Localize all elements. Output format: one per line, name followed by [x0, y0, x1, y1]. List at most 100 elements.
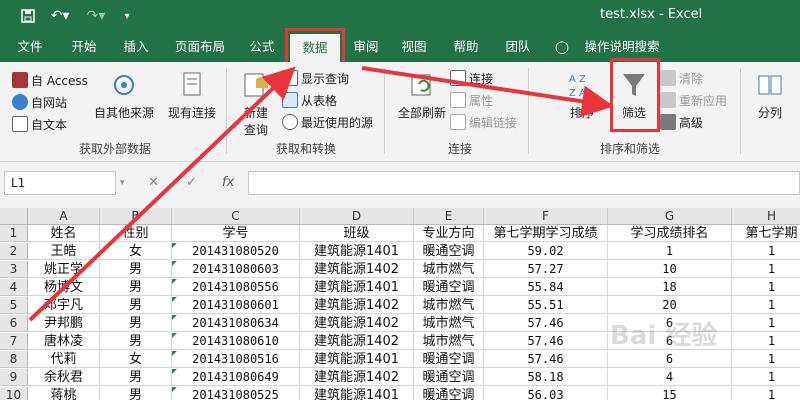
tab-page-layout[interactable]: 页面布局 [168, 32, 232, 62]
tab-home[interactable]: 开始 [62, 32, 106, 62]
table-cell[interactable]: 1 [732, 279, 800, 296]
table-cell[interactable]: 男 [100, 387, 172, 400]
connections-button[interactable]: 连接 [450, 68, 493, 88]
properties-button[interactable]: 属性 [450, 90, 493, 110]
table-cell[interactable]: 暖通空调 [414, 243, 484, 260]
refresh-all-button[interactable]: 全部刷新 [392, 70, 452, 121]
advanced-filter-button[interactable]: 高级 [660, 112, 703, 132]
table-cell[interactable]: 建筑能源1402 [300, 333, 414, 350]
table-cell[interactable]: 男 [100, 333, 172, 350]
table-cell[interactable]: 女 [100, 351, 172, 368]
table-cell[interactable]: 男 [100, 279, 172, 296]
row-header-5[interactable]: 5 [0, 297, 28, 314]
column-header-b[interactable]: B [100, 208, 172, 225]
table-cell[interactable]: 女 [100, 243, 172, 260]
tab-insert[interactable]: 插入 [114, 32, 158, 62]
table-cell[interactable]: 邓宇凡 [28, 297, 100, 314]
column-header-h[interactable]: H [732, 208, 800, 225]
row-header-7[interactable]: 7 [0, 333, 28, 350]
table-cell[interactable]: 尹邦鹏 [28, 315, 100, 332]
show-queries-button[interactable]: 显示查询 [282, 68, 349, 88]
table-cell[interactable]: 59.02 [484, 243, 608, 260]
table-cell[interactable]: 1 [608, 243, 732, 260]
existing-connections-button[interactable]: 现有连接 [164, 70, 220, 121]
table-cell[interactable]: 15 [608, 387, 732, 400]
table-cell[interactable]: 57.46 [484, 351, 608, 368]
table-cell[interactable]: 暖通空调 [414, 351, 484, 368]
header-cell[interactable]: 班级 [300, 225, 414, 242]
table-cell[interactable]: 男 [100, 297, 172, 314]
recent-sources-button[interactable]: 最近使用的源 [282, 112, 373, 132]
sort-button[interactable]: A ZZ A 排序 [560, 70, 604, 121]
row-header-4[interactable]: 4 [0, 279, 28, 296]
table-cell[interactable]: 城市燃气 [414, 315, 484, 332]
from-web-button[interactable]: 自网站 [12, 92, 67, 112]
column-header-c[interactable]: C [172, 208, 300, 225]
name-box[interactable]: L1 [4, 171, 116, 195]
table-cell[interactable]: 201431080603 [172, 261, 300, 278]
table-cell[interactable]: 1 [732, 315, 800, 332]
table-cell[interactable]: 男 [100, 369, 172, 386]
column-header-a[interactable]: A [28, 208, 100, 225]
table-cell[interactable]: 201431080649 [172, 369, 300, 386]
formula-input[interactable] [248, 171, 800, 195]
table-cell[interactable]: 1 [732, 351, 800, 368]
cancel-icon[interactable]: ✕ [148, 175, 159, 190]
table-cell[interactable]: 57.27 [484, 261, 608, 278]
insert-function-icon[interactable]: fx [222, 175, 234, 190]
table-cell[interactable]: 57.46 [484, 333, 608, 350]
header-cell[interactable]: 第七学期学习成绩 [484, 225, 608, 242]
tab-review[interactable]: 审阅 [346, 32, 386, 62]
other-sources-button[interactable]: 自其他来源 [92, 70, 156, 121]
redo-icon[interactable]: ↷▾ [84, 6, 108, 26]
table-cell[interactable]: 201431080610 [172, 333, 300, 350]
header-cell[interactable]: 第七学期 [732, 225, 800, 242]
table-cell[interactable]: 1 [732, 369, 800, 386]
table-cell[interactable]: 20 [608, 297, 732, 314]
clear-filter-button[interactable]: 清除 [660, 68, 703, 88]
table-cell[interactable]: 1 [732, 261, 800, 278]
table-cell[interactable]: 201431080520 [172, 243, 300, 260]
table-cell[interactable]: 1 [732, 333, 800, 350]
table-cell[interactable]: 58.18 [484, 369, 608, 386]
from-access-button[interactable]: 自 Access [12, 70, 88, 90]
table-cell[interactable]: 建筑能源1401 [300, 243, 414, 260]
select-all-corner[interactable] [0, 208, 28, 225]
table-cell[interactable]: 城市燃气 [414, 261, 484, 278]
table-cell[interactable]: 56.03 [484, 387, 608, 400]
table-cell[interactable]: 余秋君 [28, 369, 100, 386]
table-cell[interactable]: 6 [608, 351, 732, 368]
row-header-10[interactable]: 10 [0, 387, 28, 400]
header-cell[interactable]: 姓名 [28, 225, 100, 242]
tab-formulas[interactable]: 公式 [240, 32, 284, 62]
table-cell[interactable]: 55.51 [484, 297, 608, 314]
table-cell[interactable]: 1 [732, 387, 800, 400]
text-to-columns-button[interactable]: 分列 [748, 70, 792, 121]
table-cell[interactable]: 55.84 [484, 279, 608, 296]
table-cell[interactable]: 4 [608, 369, 732, 386]
tab-view[interactable]: 视图 [394, 32, 434, 62]
save-icon[interactable] [18, 6, 38, 26]
table-cell[interactable]: 1 [732, 243, 800, 260]
row-header-6[interactable]: 6 [0, 315, 28, 332]
header-cell[interactable]: 专业方向 [414, 225, 484, 242]
undo-icon[interactable]: ↶▾ [48, 6, 72, 26]
header-cell[interactable]: 学号 [172, 225, 300, 242]
customize-quick-access-icon[interactable]: ▾ [120, 6, 134, 26]
table-cell[interactable]: 城市燃气 [414, 333, 484, 350]
table-cell[interactable]: 建筑能源1402 [300, 297, 414, 314]
row-header-2[interactable]: 2 [0, 243, 28, 260]
table-cell[interactable]: 男 [100, 315, 172, 332]
row-header-1[interactable]: 1 [0, 225, 28, 242]
name-box-dropdown-icon[interactable]: ▾ [120, 178, 125, 188]
table-cell[interactable]: 王皓 [28, 243, 100, 260]
table-cell[interactable]: 201431080601 [172, 297, 300, 314]
table-cell[interactable]: 201431080525 [172, 387, 300, 400]
table-cell[interactable]: 建筑能源1402 [300, 315, 414, 332]
table-cell[interactable]: 暖通空调 [414, 279, 484, 296]
table-cell[interactable]: 建筑能源1401 [300, 279, 414, 296]
new-query-button[interactable]: 新建 查询 [232, 70, 280, 138]
table-cell[interactable]: 建筑能源1401 [300, 387, 414, 400]
column-header-g[interactable]: G [608, 208, 732, 225]
tab-team[interactable]: 团队 [498, 32, 538, 62]
